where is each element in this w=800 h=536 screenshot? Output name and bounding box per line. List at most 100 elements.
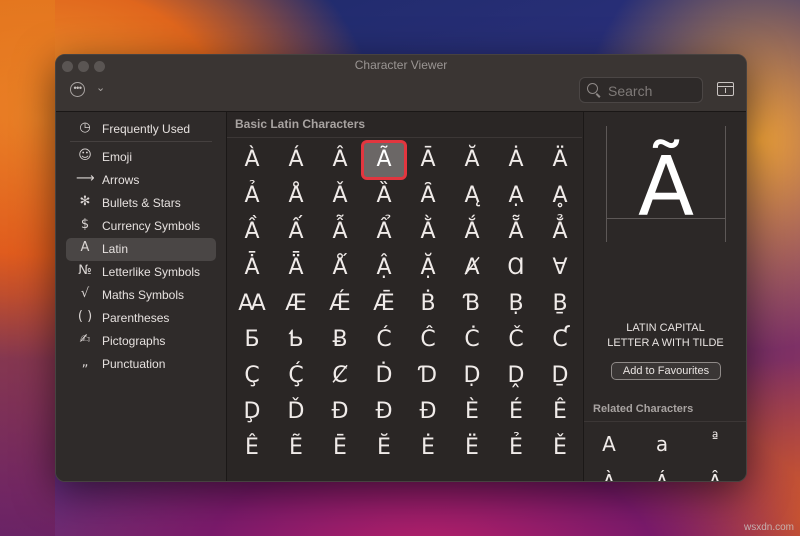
character-cell[interactable]: Đ — [408, 395, 448, 429]
character-cell[interactable]: Ạ — [496, 179, 536, 213]
sidebar-item-label: Frequently Used — [102, 122, 191, 136]
character-cell[interactable]: Ä — [540, 143, 580, 177]
character-cell[interactable]: Ḃ — [408, 287, 448, 321]
character-cell[interactable]: Ẻ — [496, 431, 536, 465]
character-cell[interactable]: Ċ — [452, 323, 492, 357]
sidebar-item-currency-symbols[interactable]: $ Currency Symbols — [66, 215, 216, 238]
character-cell[interactable]: Ȃ — [408, 179, 448, 213]
character-cell[interactable]: É — [496, 395, 536, 429]
character-cell[interactable]: Ả — [232, 179, 272, 213]
character-cell[interactable]: È — [452, 395, 492, 429]
related-character[interactable]: Â — [695, 465, 735, 481]
character-cell[interactable]: Ḓ — [496, 359, 536, 393]
character-cell[interactable]: Č — [496, 323, 536, 357]
character-cell[interactable]: Ɑ — [496, 251, 536, 285]
character-cell[interactable]: Ẵ — [496, 215, 536, 249]
character-cell[interactable]: Ǣ — [364, 287, 404, 321]
character-cell[interactable]: Ă — [452, 143, 492, 177]
character-cell[interactable]: Ƀ — [320, 323, 360, 357]
character-cell[interactable]: Ꜳ — [232, 287, 272, 321]
toggle-view-icon[interactable] — [717, 82, 734, 96]
character-cell[interactable]: Æ — [276, 287, 316, 321]
character-cell[interactable]: Ằ — [408, 215, 448, 249]
character-cell[interactable]: Ǎ — [320, 179, 360, 213]
sidebar-item-letterlike-symbols[interactable]: № Letterlike Symbols — [66, 261, 216, 284]
sidebar-item-bullets-stars[interactable]: ✻ Bullets & Stars — [66, 192, 216, 215]
character-cell[interactable]: Â — [320, 143, 360, 177]
character-cell[interactable]: Ĉ — [408, 323, 448, 357]
character-cell[interactable]: Ấ — [276, 215, 316, 249]
character-cell[interactable]: Ǽ — [320, 287, 360, 321]
sidebar-item-latin[interactable]: A Latin — [66, 238, 216, 261]
character-cell[interactable]: Å — [276, 179, 316, 213]
character-cell[interactable]: Ⱥ — [452, 251, 492, 285]
character-cell[interactable]: Ė — [408, 431, 448, 465]
character-cell[interactable]: Ê — [232, 431, 272, 465]
character-name-line: LATIN CAPITAL — [626, 322, 705, 334]
character-cell[interactable]: Ǻ — [320, 251, 360, 285]
character-cell[interactable]: Ḅ — [496, 287, 536, 321]
character-cell[interactable]: Ç — [232, 359, 272, 393]
character-cell[interactable]: Ḏ — [540, 359, 580, 393]
related-character[interactable]: A — [589, 427, 629, 461]
character-cell[interactable]: Ā — [408, 143, 448, 177]
character-cell[interactable]: Ě — [540, 431, 580, 465]
related-character[interactable]: Á — [642, 465, 682, 481]
search-field[interactable]: Search — [579, 77, 703, 103]
character-cell[interactable]: Ą — [452, 179, 492, 213]
character-cell[interactable]: Ƈ — [540, 323, 580, 357]
character-cell[interactable]: Ð — [364, 395, 404, 429]
character-cell[interactable]: Ắ — [452, 215, 492, 249]
sidebar-item-label: Parentheses — [102, 311, 170, 325]
more-options-icon[interactable]: ••• — [70, 82, 85, 97]
sidebar-item-frequently-used[interactable]: ◷ Frequently Used — [66, 118, 216, 141]
character-cell[interactable]: Ẫ — [320, 215, 360, 249]
character-cell[interactable]: À — [232, 143, 272, 177]
character-cell[interactable]: Ǡ — [232, 251, 272, 285]
character-cell[interactable]: Ƅ — [276, 323, 316, 357]
character-cell[interactable]: Ê — [540, 395, 580, 429]
character-cell[interactable]: Đ — [320, 395, 360, 429]
character-cell[interactable]: Ḋ — [364, 359, 404, 393]
character-cell[interactable]: Ầ — [232, 215, 272, 249]
character-cell[interactable]: Ĕ — [364, 431, 404, 465]
character-cell[interactable]: Ȁ — [364, 179, 404, 213]
pictograph-icon: ✍ — [79, 332, 91, 347]
character-cell[interactable]: Ƃ — [232, 323, 272, 357]
character-cell[interactable]: Ē — [320, 431, 360, 465]
character-cell[interactable]: Ǟ — [276, 251, 316, 285]
character-cell[interactable]: Ḉ — [276, 359, 316, 393]
related-character[interactable]: ª — [695, 427, 735, 461]
character-cell[interactable]: Ḇ — [540, 287, 580, 321]
character-cell[interactable]: Ď — [276, 395, 316, 429]
related-character[interactable]: a — [642, 427, 682, 461]
sidebar-item-pictographs[interactable]: ✍ Pictographs — [66, 330, 216, 353]
sidebar-item-arrows[interactable]: ⟶ Arrows — [66, 169, 216, 192]
character-cell[interactable]: Ë — [452, 431, 492, 465]
related-character[interactable]: À — [589, 465, 629, 481]
add-to-favourites-button[interactable]: Add to Favourites — [611, 362, 721, 380]
character-cell[interactable]: Ẩ — [364, 215, 404, 249]
character-cell[interactable]: Ȧ — [496, 143, 536, 177]
selected-character-cell[interactable]: Ã — [364, 143, 404, 177]
character-cell[interactable]: Ɐ — [540, 251, 580, 285]
character-cell[interactable]: Ć — [364, 323, 404, 357]
sidebar-item-parentheses[interactable]: ( ) Parentheses — [66, 307, 216, 330]
character-cell[interactable]: Ḁ — [540, 179, 580, 213]
character-cell[interactable]: Ḑ — [232, 395, 272, 429]
character-cell[interactable]: Ẳ — [540, 215, 580, 249]
character-cell[interactable]: Ặ — [408, 251, 448, 285]
sidebar-item-emoji[interactable]: ☺ Emoji — [66, 146, 216, 169]
search-icon — [587, 83, 598, 94]
character-cell[interactable]: Á — [276, 143, 316, 177]
character-cell[interactable]: Ȼ — [320, 359, 360, 393]
sidebar-item-punctuation[interactable]: „ Punctuation — [66, 353, 216, 376]
character-cell[interactable]: Ậ — [364, 251, 404, 285]
character-cell[interactable]: Ɓ — [452, 287, 492, 321]
chevron-down-icon[interactable]: ⌄ — [96, 81, 105, 94]
sidebar-item-maths-symbols[interactable]: √ Maths Symbols — [66, 284, 216, 307]
character-cell[interactable]: Ẽ — [276, 431, 316, 465]
window-title: Character Viewer — [354, 58, 448, 72]
character-cell[interactable]: Ḍ — [452, 359, 492, 393]
character-cell[interactable]: Ɗ — [408, 359, 448, 393]
